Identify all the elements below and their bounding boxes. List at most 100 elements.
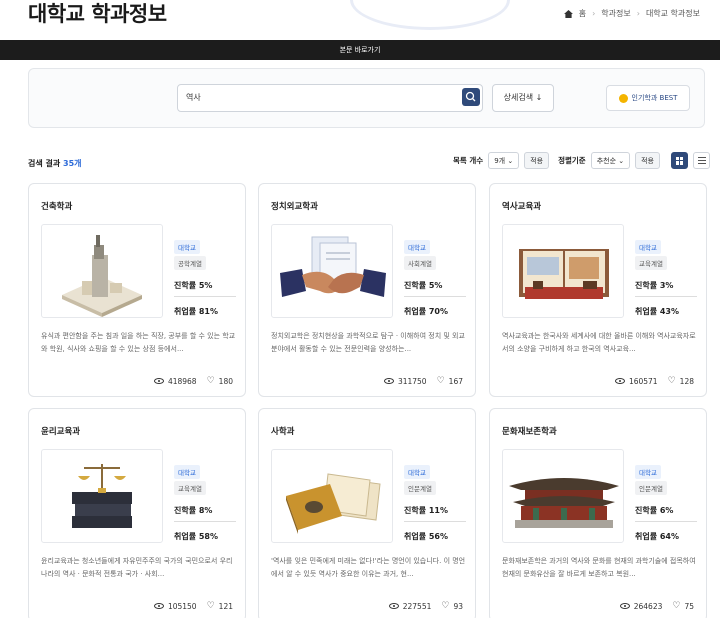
rows-select[interactable]: 9개 ⌄ [488,152,520,169]
popular-best-button[interactable]: 인기학과 BEST [606,85,690,111]
department-card[interactable]: 건축학과 대학교 공학계열 진학률 5% 취업률 81% 유식과 편안함을 주는… [28,183,246,397]
employment-rate: 취업률 56% [404,532,449,541]
view-count: 418968 [167,376,197,386]
field-tag: 교육계열 [635,256,667,270]
department-card[interactable]: 역사교육과 대학교 교육계열 진학률 3% 취업률 43% 역사교육과는 한국사… [489,183,707,397]
result-count-number: 35개 [63,159,82,168]
department-card[interactable]: 정치외교학과 대학교 사회계열 진학률 5% 취업률 70% 정치외교학은 정치… [258,183,476,397]
header-decoration [350,0,510,30]
heart-icon[interactable]: ♡ [441,601,449,611]
field-tag: 사회계열 [404,256,436,270]
like-count: 180 [218,376,233,386]
search-input[interactable]: 역사 [177,84,483,112]
like-count: 93 [453,601,463,611]
eye-icon [153,378,164,384]
enrollment-rate: 진학률 5% [404,280,466,297]
breadcrumb-separator-icon: › [636,9,640,18]
heart-icon[interactable]: ♡ [207,601,215,611]
list-view-button[interactable] [693,152,710,169]
heart-icon[interactable]: ♡ [668,376,676,386]
card-title[interactable]: 문화재보존학과 [502,425,557,437]
card-image [41,224,163,318]
heritage-palace-icon [509,478,619,528]
employment-rate: 취업률 64% [635,532,680,541]
rows-label: 목록 개수 [452,156,484,165]
rows-apply-button[interactable]: 적용 [524,152,550,169]
card-image [502,449,624,543]
eye-icon [614,378,625,384]
card-title[interactable]: 역사교육과 [502,200,541,212]
home-icon[interactable] [563,9,573,18]
page-header: 대학교 학과정보 홈 › 학과정보 › 대학교 학과정보 [0,0,720,40]
card-footer: 227551 ♡ 93 [388,601,463,611]
detail-search-button[interactable]: 상세검색 ↓ [492,84,554,112]
enrollment-rate: 진학률 5% [174,280,236,297]
school-type-tag: 대학교 [404,465,430,479]
card-image [271,224,393,318]
card-title[interactable]: 윤리교육과 [41,425,80,437]
eye-icon [383,378,394,384]
enrollment-rate: 진학률 6% [635,505,697,522]
heart-icon[interactable]: ♡ [672,601,680,611]
card-title[interactable]: 사학과 [271,425,294,437]
search-panel: 역사 상세검색 ↓ 인기학과 BEST [28,68,705,128]
enrollment-rate: 진학률 3% [635,280,697,297]
sort-apply-button[interactable]: 적용 [635,152,660,169]
breadcrumb: 홈 › 학과정보 › 대학교 학과정보 [563,8,700,19]
heart-icon[interactable]: ♡ [437,376,445,386]
list-icon [697,157,706,164]
school-type-tag: 대학교 [404,240,430,254]
card-description: '역사를 잊은 민족에게 미래는 없다!'라는 명언이 있습니다. 이 명언에서… [271,557,466,578]
eye-icon [619,603,630,609]
view-count: 160571 [628,376,658,386]
like-count: 121 [218,601,233,611]
breadcrumb-level1[interactable]: 학과정보 [601,8,630,19]
view-count: 264623 [633,601,663,611]
breadcrumb-level2[interactable]: 대학교 학과정보 [646,8,700,19]
heart-icon[interactable]: ♡ [207,376,215,386]
card-description: 윤리교육과는 청소년들에게 자유민주주의 국가의 국민으로서 우리나라의 역사 … [41,557,233,578]
eye-icon [153,603,164,609]
department-card[interactable]: 문화재보존학과 대학교 인문계열 진학률 6% 취업률 64% 문화재보존학은 … [489,408,707,618]
card-image [41,449,163,543]
page-title: 대학교 학과정보 [28,2,167,26]
like-count: 128 [679,376,694,386]
star-icon [618,93,628,103]
card-title[interactable]: 정치외교학과 [271,200,318,212]
department-card[interactable]: 사학과 대학교 인문계열 진학률 11% 취업률 56% '역사를 잊은 민족에… [258,408,476,618]
handshake-icon [280,236,386,297]
card-title[interactable]: 건축학과 [41,200,72,212]
like-count: 75 [684,601,694,611]
history-book-icon [519,249,609,299]
card-footer: 105150 ♡ 121 [153,601,233,611]
view-count: 227551 [402,601,432,611]
employment-rate: 취업률 81% [174,307,219,316]
old-book-icon [286,473,381,534]
department-card[interactable]: 윤리교육과 대학교 교육계열 진학률 8% 취업률 58% 윤리교육과는 청소년… [28,408,246,618]
enrollment-rate: 진학률 8% [174,505,236,522]
breadcrumb-home[interactable]: 홈 [579,8,586,19]
result-count-label: 검색 결과 [28,159,61,168]
list-controls: 목록 개수 9개 ⌄ 적용 정렬기준 추천순 ⌄ 적용 [453,152,710,169]
grid-view-button[interactable] [671,152,688,169]
field-tag: 인문계열 [404,481,436,495]
employment-rate: 취업률 58% [174,532,219,541]
skip-to-content-link[interactable]: 본문 바로가기 [0,40,720,60]
breadcrumb-separator-icon: › [592,9,596,18]
card-description: 유식과 편안함을 주는 침과 일을 하는 직장, 공부를 할 수 있는 학교와 … [41,332,236,353]
field-tag: 공학계열 [174,256,206,270]
result-count: 검색 결과 35개 [28,158,82,169]
eye-icon [388,603,399,609]
view-count: 311750 [397,376,427,386]
card-footer: 418968 ♡ 180 [153,376,233,386]
school-type-tag: 대학교 [635,240,661,254]
card-description: 문화재보존학은 과거의 역사와 문화를 현재의 과학기술에 접목하여 현재의 문… [502,557,696,578]
school-type-tag: 대학교 [174,465,200,479]
card-image [502,224,624,318]
card-footer: 264623 ♡ 75 [619,601,694,611]
card-description: 정치외교학은 정치현상을 과학적으로 탐구 · 이해하여 정치 및 외교분야에서… [271,332,465,353]
popular-best-label: 인기학과 BEST [631,94,678,102]
sort-label: 정렬기준 [558,156,586,165]
search-button[interactable] [462,88,480,106]
sort-select[interactable]: 추천순 ⌄ [590,152,631,169]
